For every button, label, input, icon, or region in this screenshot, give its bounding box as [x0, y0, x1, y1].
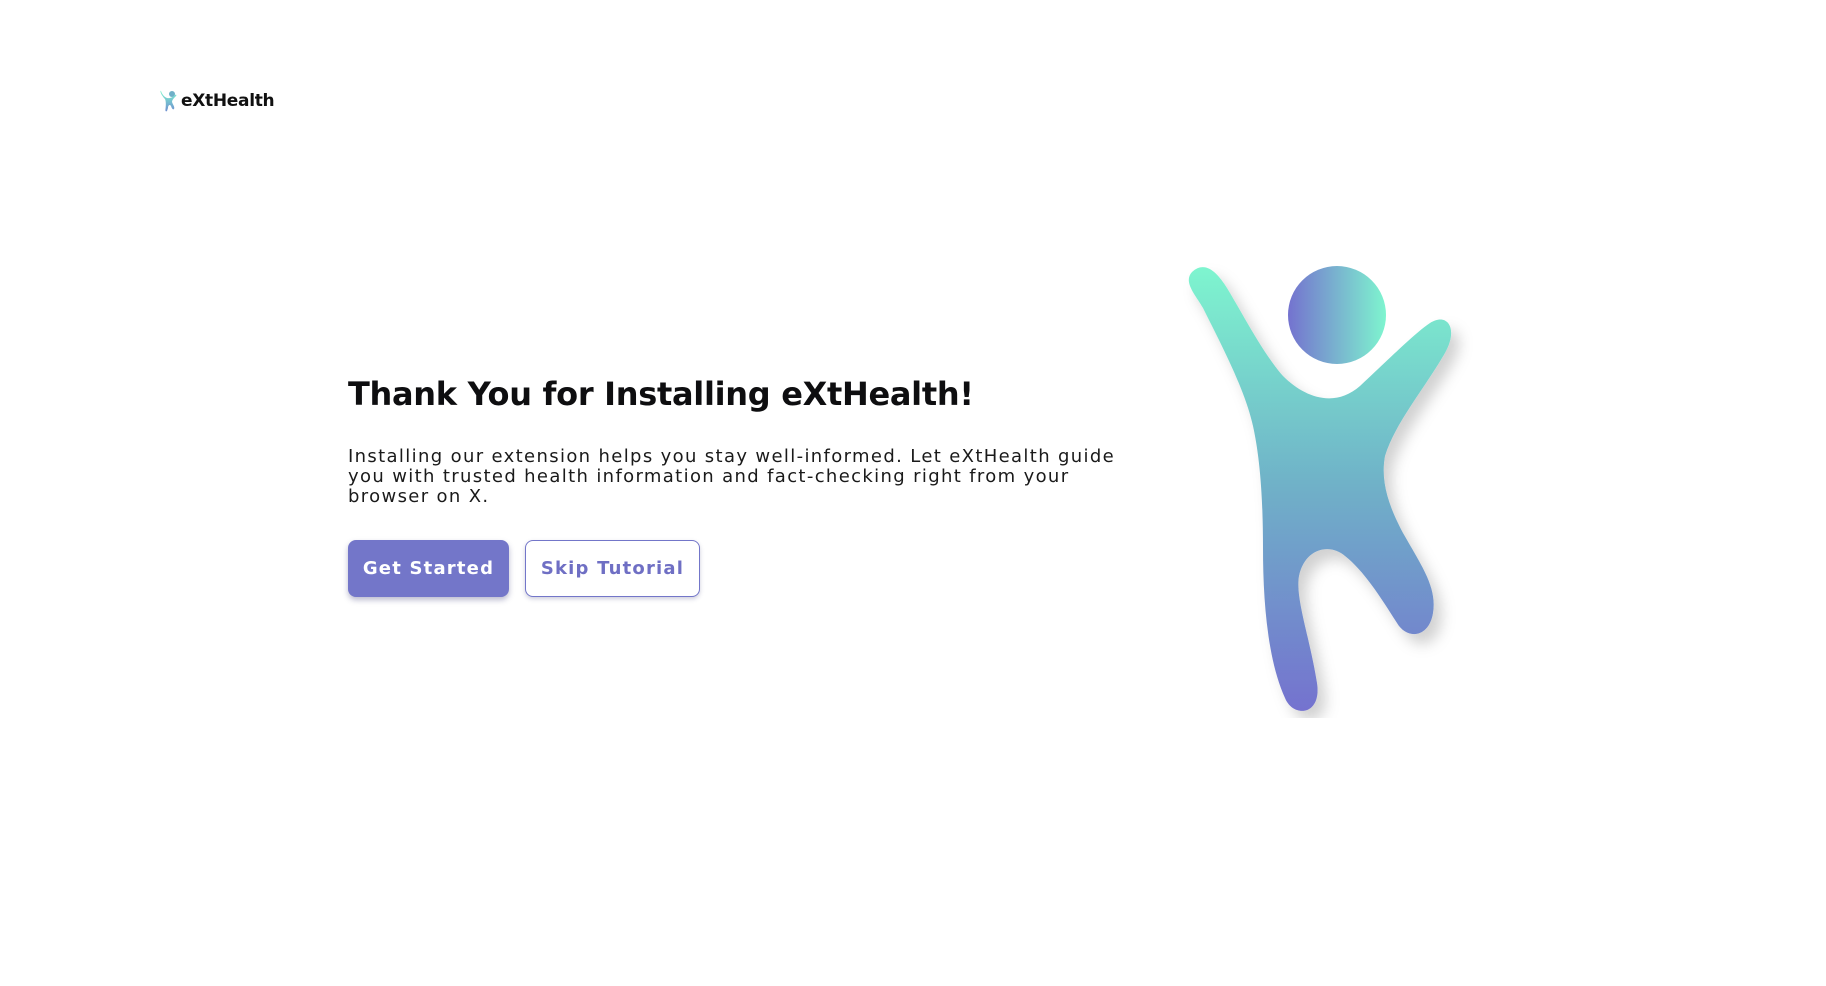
brand: eXtHealth — [159, 90, 275, 112]
figure-head — [1288, 266, 1386, 364]
welcome-page: eXtHealth Thank You for Installing eXtHe… — [0, 0, 1826, 986]
page-title: Thank You for Installing eXtHealth! — [348, 375, 974, 413]
person-cheering-illustration — [1188, 266, 1452, 711]
brand-name: eXtHealth — [181, 91, 275, 111]
hero-section: Thank You for Installing eXtHealth! Inst… — [348, 372, 1168, 597]
skip-tutorial-button[interactable]: Skip Tutorial — [525, 540, 700, 597]
get-started-button[interactable]: Get Started — [348, 540, 509, 597]
page-description: Installing our extension helps you stay … — [348, 446, 1116, 507]
person-cheering-icon — [160, 90, 177, 112]
action-buttons: Get Started Skip Tutorial — [348, 540, 1168, 597]
